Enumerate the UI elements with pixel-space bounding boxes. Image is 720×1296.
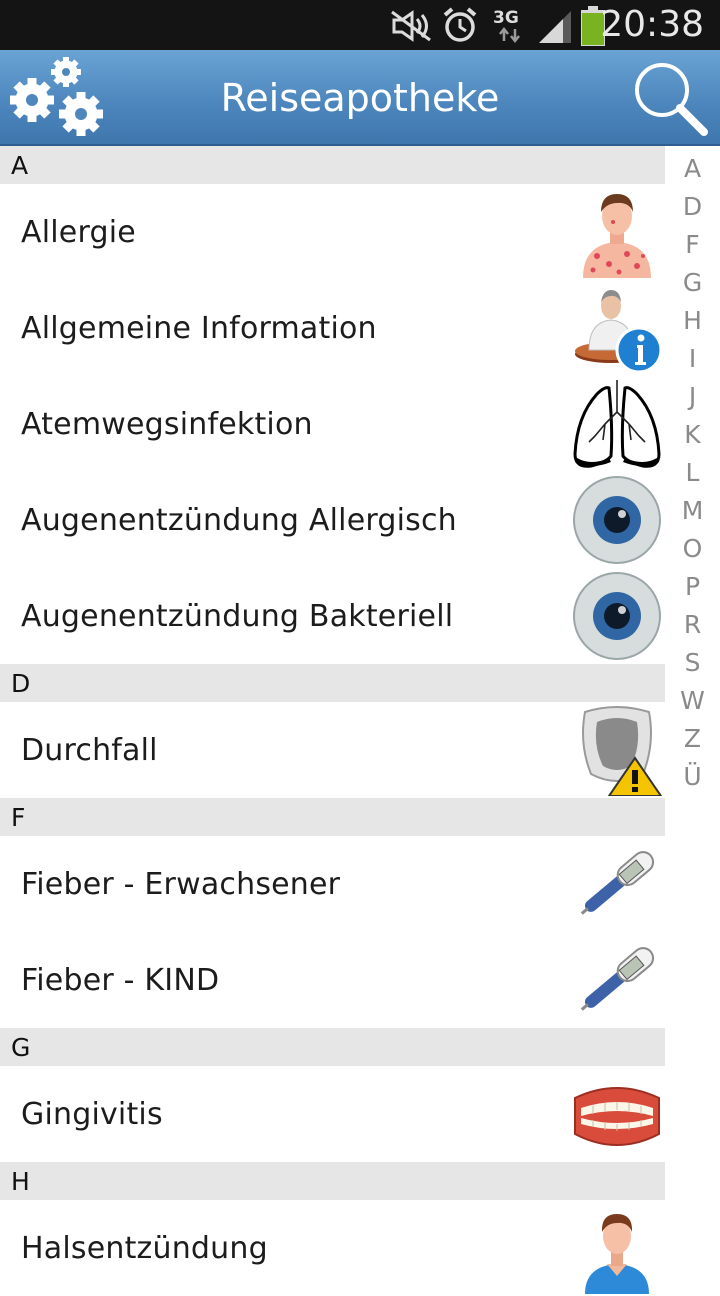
topic-list: A Allergie Allgemeine Information Atemwe… <box>0 146 665 1296</box>
index-letter-r[interactable]: R <box>665 606 720 644</box>
index-letter-h[interactable]: H <box>665 302 720 340</box>
info-person-icon <box>575 290 663 374</box>
index-letter-p[interactable]: P <box>665 568 720 606</box>
alphabet-index[interactable]: A D F G H I J K L M O P R S W Z Ü <box>665 150 720 796</box>
section-header-h: H <box>0 1162 665 1200</box>
index-letter-l[interactable]: L <box>665 454 720 492</box>
list-item[interactable]: Gingivitis <box>0 1066 665 1162</box>
index-letter-w[interactable]: W <box>665 682 720 720</box>
list-item-label: Durchfall <box>21 733 158 768</box>
index-letter-g[interactable]: G <box>665 264 720 302</box>
list-item[interactable]: Atemwegsinfektion <box>0 376 665 472</box>
page-title: Reiseapotheke <box>220 76 500 120</box>
list-item-label: Fieber - KIND <box>21 963 220 998</box>
status-time: 20:38 <box>600 4 704 45</box>
list-item-label: Halsentzündung <box>21 1231 268 1266</box>
index-letter-f[interactable]: F <box>665 226 720 264</box>
list-item-label: Fieber - Erwachsener <box>21 867 341 902</box>
section-header-a: A <box>0 146 665 184</box>
index-letter-z[interactable]: Z <box>665 720 720 758</box>
person-icon <box>585 1214 649 1294</box>
toilet-warning-icon <box>582 706 663 796</box>
index-letter-j[interactable]: J <box>665 378 720 416</box>
app-bar: Reiseapotheke <box>0 50 720 146</box>
list-item-label: Augenentzündung Allergisch <box>21 503 457 538</box>
list-item[interactable]: Augenentzündung Allergisch <box>0 472 665 568</box>
alarm-icon <box>443 7 477 42</box>
list-item-label: Allgemeine Information <box>21 311 377 346</box>
network-3g-icon: 3G <box>493 8 519 28</box>
signal-icon <box>539 11 571 43</box>
index-letter-o[interactable]: O <box>665 530 720 568</box>
mute-icon <box>391 10 431 42</box>
thermometer-icon <box>580 851 655 915</box>
list-item[interactable]: Allgemeine Information <box>0 280 665 376</box>
list-item[interactable]: Allergie <box>0 184 665 280</box>
network-arrows-icon <box>499 27 520 43</box>
list-item[interactable]: Halsentzündung <box>0 1200 665 1296</box>
index-letter-m[interactable]: M <box>665 492 720 530</box>
dentures-icon <box>574 1087 660 1146</box>
index-letter-d[interactable]: D <box>665 188 720 226</box>
list-item-label: Gingivitis <box>21 1097 163 1132</box>
list-item-label: Allergie <box>21 215 136 250</box>
list-item-label: Atemwegsinfektion <box>21 407 313 442</box>
list-item[interactable]: Augenentzündung Bakteriell <box>0 568 665 664</box>
status-bar: 3G 20:38 <box>0 0 720 50</box>
index-letter-a[interactable]: A <box>665 150 720 188</box>
section-header-f: F <box>0 798 665 836</box>
list-item[interactable]: Fieber - KIND <box>0 932 665 1028</box>
index-letter-s[interactable]: S <box>665 644 720 682</box>
eye-icon <box>573 476 661 564</box>
section-header-d: D <box>0 664 665 702</box>
list-item[interactable]: Fieber - Erwachsener <box>0 836 665 932</box>
thermometer-icon <box>580 947 655 1011</box>
search-icon[interactable] <box>632 60 710 138</box>
index-letter-i[interactable]: I <box>665 340 720 378</box>
section-header-g: G <box>0 1028 665 1066</box>
allergy-person-icon <box>583 194 651 278</box>
list-item-label: Augenentzündung Bakteriell <box>21 599 454 634</box>
eye-icon <box>573 572 661 660</box>
index-letter-ue[interactable]: Ü <box>665 758 720 796</box>
list-item[interactable]: Durchfall <box>0 702 665 798</box>
index-letter-k[interactable]: K <box>665 416 720 454</box>
lungs-icon <box>573 380 661 468</box>
